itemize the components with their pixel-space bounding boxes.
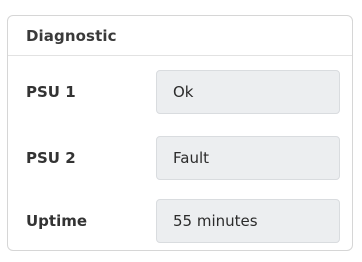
panel-header: Diagnostic — [8, 16, 352, 56]
diagnostic-panel: Diagnostic PSU 1 Ok PSU 2 Fault Uptime 5… — [7, 15, 353, 251]
panel-title: Diagnostic — [26, 26, 117, 45]
psu2-status-field: Fault — [156, 136, 340, 180]
psu1-label: PSU 1 — [26, 83, 76, 101]
uptime-label: Uptime — [26, 212, 88, 230]
uptime-field: 55 minutes — [156, 199, 340, 243]
psu1-row: PSU 1 Ok — [8, 70, 352, 114]
uptime-row: Uptime 55 minutes — [8, 199, 352, 243]
psu2-row: PSU 2 Fault — [8, 136, 352, 180]
psu2-label: PSU 2 — [26, 149, 76, 167]
psu1-status-field: Ok — [156, 70, 340, 114]
